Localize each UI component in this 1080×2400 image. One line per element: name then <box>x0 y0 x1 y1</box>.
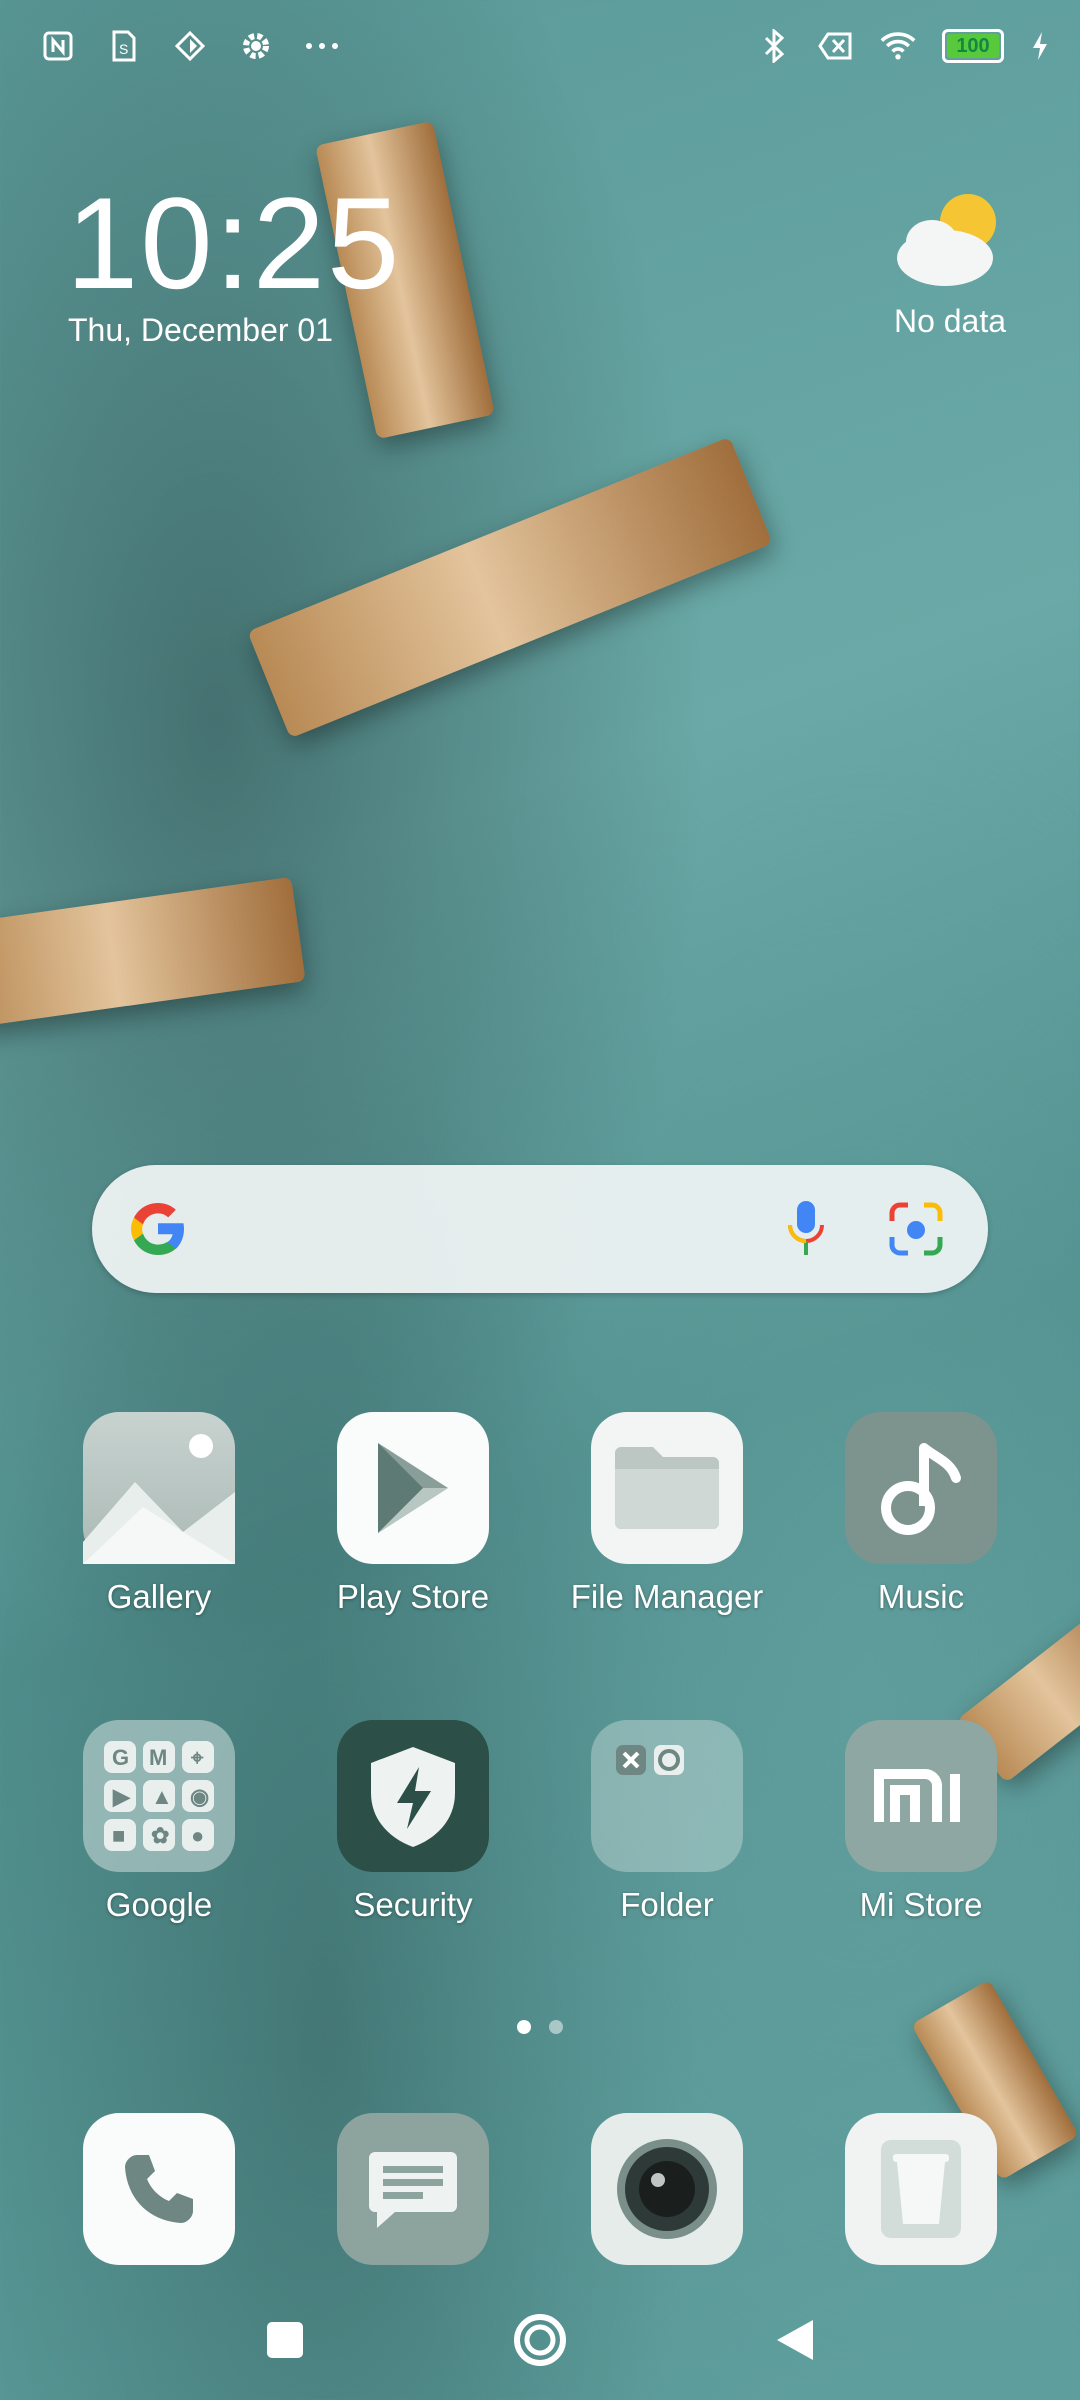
app-label: Mi Store <box>859 1886 983 1923</box>
play-store-icon <box>337 1412 489 1564</box>
charging-icon <box>1030 28 1050 64</box>
wifi-icon <box>880 28 916 64</box>
weather-status: No data <box>893 303 1007 339</box>
google-lens-icon[interactable] <box>888 1201 944 1257</box>
voice-search-icon[interactable] <box>784 1197 828 1261</box>
page-dot-active <box>517 2020 531 2034</box>
no-sim-icon <box>818 28 854 64</box>
file-manager-icon <box>591 1412 743 1564</box>
weather-widget[interactable]: No data <box>880 190 1020 340</box>
messages-icon <box>337 2113 489 2265</box>
music-icon <box>845 1412 997 1564</box>
phone-icon <box>83 2113 235 2265</box>
clock-time: 10:25 <box>66 170 402 316</box>
app-label: Music <box>877 1578 965 1615</box>
recents-button[interactable] <box>255 2310 315 2370</box>
svg-text:▲: ▲ <box>151 1784 173 1809</box>
svg-text:▶: ▶ <box>112 1784 131 1809</box>
dock-camera[interactable] <box>557 2113 777 2265</box>
nfc-icon <box>40 28 76 64</box>
status-bar: S 100 <box>0 0 1080 100</box>
app-gallery[interactable]: Gallery <box>49 1412 269 1616</box>
app-file-manager[interactable]: File Manager <box>557 1412 777 1616</box>
svg-text:◉: ◉ <box>190 1784 209 1809</box>
app-music[interactable]: Music <box>811 1412 1031 1616</box>
security-icon <box>337 1720 489 1872</box>
app-label: Gallery <box>106 1578 212 1615</box>
bluetooth-icon <box>756 28 792 64</box>
folder-icon <box>591 1720 743 1872</box>
dock-phone[interactable] <box>49 2113 269 2265</box>
app-label: Folder <box>620 1886 714 1923</box>
sim-icon: S <box>106 28 142 64</box>
svg-text:●: ● <box>191 1823 204 1848</box>
svg-text:M: M <box>149 1745 167 1770</box>
clock-date: Thu, December 01 <box>68 312 334 348</box>
app-folder[interactable]: Folder <box>557 1720 777 1924</box>
google-logo <box>131 1203 184 1255</box>
home-button[interactable] <box>510 2310 570 2370</box>
navigation-bar <box>0 2300 1080 2380</box>
svg-text:✿: ✿ <box>151 1823 169 1848</box>
svg-text:■: ■ <box>112 1823 125 1848</box>
wallpaper-crystal <box>0 876 306 1029</box>
google-search-bar[interactable] <box>92 1165 988 1293</box>
page-dot <box>549 2020 563 2034</box>
dock-messages[interactable] <box>303 2113 523 2265</box>
settings-icon <box>238 28 274 64</box>
svg-text:⌖: ⌖ <box>190 1745 204 1770</box>
battery-icon: 100 <box>942 29 1004 63</box>
dock-cleaner[interactable] <box>811 2113 1031 2265</box>
page-indicator <box>0 2020 1080 2034</box>
more-icon <box>304 28 340 64</box>
wallpaper-crystal <box>247 436 773 739</box>
gallery-icon <box>83 1412 235 1564</box>
google-folder-icon: G M ⌖ ▶ ▲ ◉ ■ ✿ ● <box>83 1720 235 1872</box>
app-play-store[interactable]: Play Store <box>303 1412 523 1616</box>
app-security[interactable]: Security <box>303 1720 523 1924</box>
camera-icon <box>591 2113 743 2265</box>
mi-store-icon <box>845 1720 997 1872</box>
app-mi-store[interactable]: Mi Store <box>811 1720 1031 1924</box>
app-label: Security <box>353 1886 473 1923</box>
svg-text:S: S <box>119 41 128 57</box>
battery-level: 100 <box>956 34 990 57</box>
app-label: Google <box>105 1886 213 1923</box>
app-label: Play Store <box>336 1578 490 1615</box>
partly-cloudy-icon <box>897 194 996 286</box>
app-google-folder[interactable]: G M ⌖ ▶ ▲ ◉ ■ ✿ ● Google <box>49 1720 269 1924</box>
back-button[interactable] <box>765 2310 825 2370</box>
vpn-icon <box>172 28 208 64</box>
cleaner-icon <box>845 2113 997 2265</box>
app-label: File Manager <box>570 1578 764 1615</box>
svg-text:G: G <box>112 1745 129 1770</box>
